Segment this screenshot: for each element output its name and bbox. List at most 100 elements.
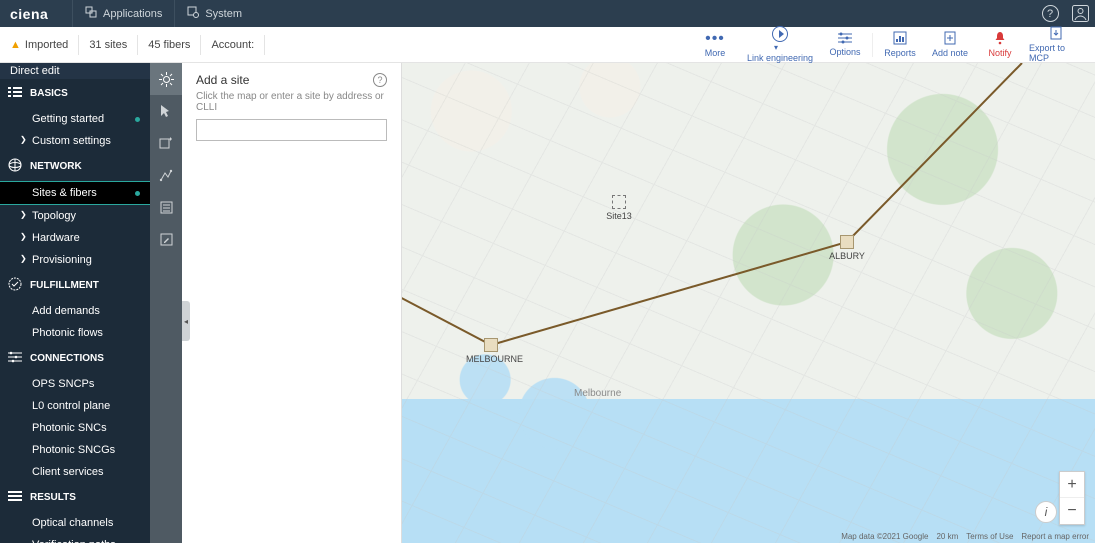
system-icon	[187, 6, 199, 21]
add-site-icon	[159, 136, 173, 150]
sidebar-item-topology[interactable]: ❯Topology	[0, 205, 150, 227]
sidebar-item-add-demands[interactable]: Add demands	[0, 300, 150, 322]
chevron-down-icon: ▾	[774, 43, 778, 52]
section-head-basics: BASICS	[0, 79, 150, 108]
chevron-right-icon: ❯	[20, 232, 27, 241]
results-icon	[8, 489, 22, 506]
sidebar-item-getting-started[interactable]: Getting started	[0, 108, 150, 130]
sidebar-item-verification-paths[interactable]: Verification paths	[0, 534, 150, 543]
notify-label: Notify	[988, 48, 1011, 58]
sidebar-item-label: Hardware	[32, 232, 80, 244]
map-credits: Map data ©2021 Google 20 km Terms of Use…	[841, 532, 1089, 541]
section-head-connections: CONNECTIONS	[0, 344, 150, 373]
sidebar-item-sites-fibers[interactable]: Sites & fibers	[0, 181, 150, 205]
section-title: BASICS	[30, 88, 68, 99]
section-title: FULFILLMENT	[30, 280, 99, 291]
sidebar-item-client-services[interactable]: Client services	[0, 461, 150, 483]
add-note-icon	[943, 31, 957, 47]
map-credit-terms[interactable]: Terms of Use	[966, 532, 1013, 541]
network-icon	[8, 158, 22, 175]
section-head-results: RESULTS	[0, 483, 150, 512]
sidebar-item-photonic-flows[interactable]: Photonic flows	[0, 322, 150, 344]
main-area: Direct edit BASICSGetting started❯Custom…	[0, 63, 1095, 543]
site-marker-albury[interactable]	[840, 235, 854, 249]
list-icon	[8, 85, 22, 102]
section-head-network: NETWORK	[0, 152, 150, 181]
tool-pointer[interactable]	[150, 95, 182, 127]
notify-button[interactable]: Notify	[975, 27, 1025, 63]
map-credit-report[interactable]: Report a map error	[1021, 532, 1089, 541]
options-button[interactable]: Options	[820, 27, 870, 63]
route-icon	[159, 168, 173, 182]
options-icon	[838, 32, 852, 46]
tab-system[interactable]: System	[174, 0, 254, 27]
section-title: CONNECTIONS	[30, 353, 104, 364]
sidebar-item-l0-control-plane[interactable]: L0 control plane	[0, 395, 150, 417]
site-marker-melbourne[interactable]	[484, 338, 498, 352]
play-icon	[772, 26, 788, 42]
add-note-button[interactable]: Add note	[925, 27, 975, 63]
chevron-right-icon: ❯	[20, 210, 27, 219]
tab-system-label: System	[205, 8, 242, 20]
fiber-layer	[402, 63, 1095, 543]
reports-button[interactable]: Reports	[875, 27, 925, 63]
site-label-site13: Site13	[594, 211, 644, 221]
section-title: NETWORK	[30, 161, 82, 172]
more-button[interactable]: ••• More	[690, 27, 740, 63]
sidebar-item-optical-channels[interactable]: Optical channels	[0, 512, 150, 534]
sidebar-item-photonic-sncgs[interactable]: Photonic SNCGs	[0, 439, 150, 461]
status-account: Account:	[201, 35, 265, 55]
tool-add-site[interactable]	[150, 127, 182, 159]
link-engineering-button[interactable]: ▾ Link engineering	[740, 27, 820, 63]
sidebar-item-photonic-sncs[interactable]: Photonic SNCs	[0, 417, 150, 439]
map-info-button[interactable]: i	[1035, 501, 1057, 523]
zoom-in-button[interactable]: +	[1060, 472, 1084, 498]
map-canvas[interactable]: MELBOURNEALBURYSite13 Melbourne i + − Ma…	[402, 63, 1095, 543]
site-marker-site13[interactable]	[612, 195, 626, 209]
sidebar-item-label: Photonic flows	[32, 327, 103, 339]
sidebar-item-ops-sncps[interactable]: OPS SNCPs	[0, 373, 150, 395]
zoom-out-button[interactable]: −	[1060, 498, 1084, 524]
sidebar-item-label: Client services	[32, 466, 104, 478]
help-icon: ?	[1042, 5, 1059, 22]
site-address-input[interactable]	[196, 119, 387, 141]
gear-icon	[159, 72, 174, 87]
map-credit-scale: 20 km	[936, 532, 958, 541]
add-note-label: Add note	[932, 48, 968, 58]
sidebar-item-label: Custom settings	[32, 135, 111, 147]
collapse-handle[interactable]: ◂	[182, 301, 190, 341]
reports-icon	[893, 31, 907, 47]
sidebar-item-label: Photonic SNCs	[32, 422, 107, 434]
help-button[interactable]: ?	[1035, 0, 1065, 27]
section-head-fulfillment: FULFILLMENT	[0, 271, 150, 300]
tool-list[interactable]	[150, 191, 182, 223]
tab-applications-label: Applications	[103, 8, 162, 20]
list-icon	[160, 201, 173, 214]
active-dot-icon	[135, 191, 140, 196]
tool-settings[interactable]	[150, 63, 182, 95]
tool-strip: ◂	[150, 63, 182, 543]
tool-edit[interactable]	[150, 223, 182, 255]
panel-help-icon[interactable]: ?	[373, 73, 387, 87]
sidebar-item-label: Optical channels	[32, 517, 113, 529]
user-button[interactable]	[1065, 0, 1095, 27]
panel-subtitle: Click the map or enter a site by address…	[196, 91, 387, 113]
applications-icon	[85, 6, 97, 21]
sidebar-item-provisioning[interactable]: ❯Provisioning	[0, 249, 150, 271]
tool-route[interactable]	[150, 159, 182, 191]
site-label-albury: ALBURY	[822, 251, 872, 261]
status-fibers: 45 fibers	[138, 35, 201, 55]
link-engineering-label: Link engineering	[747, 53, 813, 63]
sidebar-item-label: Provisioning	[32, 254, 92, 266]
sidebar-item-custom-settings[interactable]: ❯Custom settings	[0, 130, 150, 152]
sidebar-item-label: L0 control plane	[32, 400, 110, 412]
active-dot-icon	[135, 117, 140, 122]
sidebar-item-hardware[interactable]: ❯ Hardware	[0, 227, 150, 249]
tab-applications[interactable]: Applications	[72, 0, 174, 27]
sidebar-item-label: Sites & fibers	[32, 187, 97, 199]
panel-title: Add a site	[196, 73, 249, 87]
status-bar: ▲ Imported 31 sites 45 fibers Account: •…	[0, 27, 1095, 63]
info-icon: i	[1045, 505, 1048, 519]
sidebar-item-label: Add demands	[32, 305, 100, 317]
export-button[interactable]: Export to MCP	[1025, 27, 1087, 63]
